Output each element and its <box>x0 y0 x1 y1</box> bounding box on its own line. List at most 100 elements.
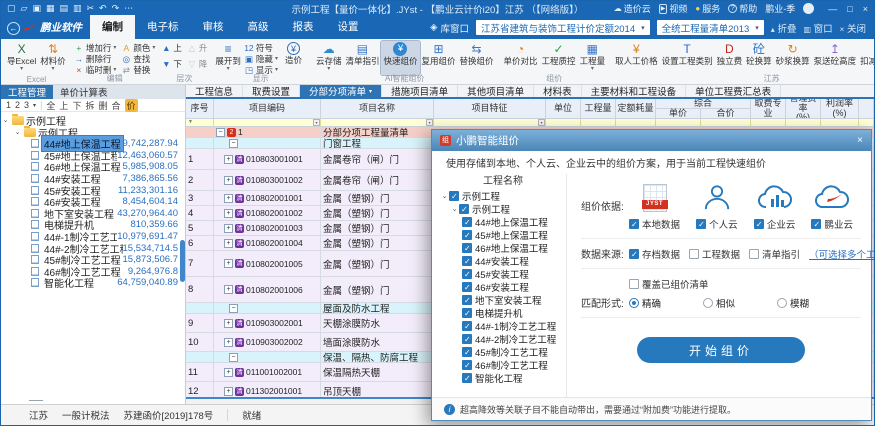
ribbon-tab[interactable]: 编制 <box>90 15 135 39</box>
brand-logo[interactable]: 鹏业软件 <box>24 20 82 35</box>
checkbox[interactable] <box>462 230 472 240</box>
dialog-tree-item[interactable]: 44#-1制冷工艺工程 <box>440 319 566 332</box>
close-project-button[interactable]: × 关闭 <box>840 21 866 35</box>
window-button[interactable]: ▥ 窗口 <box>803 21 832 35</box>
dialog-tree-item[interactable]: 45#安装工程 <box>440 267 566 280</box>
worksheet-tab[interactable]: 分部分项清单▾ <box>300 85 382 97</box>
worksheet-tab[interactable]: 主要材料和工程设备▾ <box>582 85 687 97</box>
checkbox[interactable] <box>462 256 472 266</box>
dialog-tree-item[interactable]: 46#制冷工艺工程 <box>440 358 566 371</box>
ribbon-tab[interactable]: 审核 <box>191 15 236 39</box>
worksheet-tab[interactable]: 措施项目清单▾ <box>382 85 458 97</box>
expand-collapse-icon[interactable] <box>216 128 225 137</box>
library-window-button[interactable]: ◈库窗口 <box>430 21 469 35</box>
ribbon-tab[interactable]: 报表 <box>281 15 326 39</box>
dialog-tree-item[interactable]: 45#地上保温工程 <box>440 228 566 241</box>
ribbon-small-button[interactable]: 12符号▾ <box>244 42 278 53</box>
new-file-icon[interactable]: ▢ <box>7 4 16 13</box>
merge-button[interactable]: 合 <box>111 99 120 112</box>
filter-dropdown-icon[interactable]: ▾ <box>426 119 433 126</box>
expand-icon[interactable]: ⌄ <box>440 192 449 200</box>
minimize-button[interactable]: — <box>828 4 837 14</box>
expand-collapse-icon[interactable] <box>224 387 233 396</box>
dialog-title-bar[interactable]: 组 小鹏智能组价 × <box>432 130 871 151</box>
paste-icon[interactable]: ▥ <box>73 4 82 13</box>
level-3-button[interactable]: 3 <box>24 100 29 110</box>
local-data-checkbox[interactable]: 本地数据 <box>629 217 680 231</box>
checkbox[interactable] <box>462 308 472 318</box>
price-button[interactable]: 价 <box>125 99 138 112</box>
user-name[interactable]: 鹏业-季 <box>765 2 795 15</box>
worksheet-tab[interactable]: 单位工程费汇总表▾ <box>686 85 781 97</box>
cost-cloud-link[interactable]: ☁造价云 <box>614 2 651 15</box>
cut-icon[interactable]: ✂ <box>87 4 95 13</box>
ribbon-button[interactable]: D独立费▾ <box>715 41 745 75</box>
overwrite-checkbox[interactable]: 覆盖已组价清单 <box>629 277 709 291</box>
expand-collapse-icon[interactable] <box>224 338 233 347</box>
expand-icon[interactable]: ⌄ <box>13 128 22 136</box>
expand-collapse-icon[interactable] <box>224 319 233 328</box>
delete-button[interactable]: 删 <box>98 99 107 112</box>
checkbox[interactable] <box>462 295 472 305</box>
ribbon-small-button[interactable]: ▼下▾ <box>161 59 182 70</box>
match-exact-radio[interactable]: 精确 <box>629 296 703 310</box>
ribbon-button[interactable]: T设置工程类别▾ <box>660 41 715 75</box>
checkbox[interactable] <box>462 269 472 279</box>
ribbon-button[interactable]: ↻砂浆换算▾ <box>774 41 812 75</box>
undo-icon[interactable]: ↶ <box>99 4 107 13</box>
archive-data-checkbox[interactable]: 存档数据 <box>629 247 680 261</box>
start-pricing-button[interactable]: 开始组价 <box>637 337 805 363</box>
close-button[interactable]: × <box>863 4 868 14</box>
worksheet-tab[interactable]: 材料表▾ <box>534 85 582 97</box>
all-button[interactable]: 全 <box>46 99 55 112</box>
dialog-tree-item[interactable]: 44#-2制冷工艺工程 <box>440 332 566 345</box>
back-icon[interactable]: ← <box>7 22 20 35</box>
copy-icon[interactable]: ▤ <box>59 4 68 13</box>
ribbon-button[interactable]: ▤清单指引▾ <box>343 41 381 75</box>
dialog-tree-item[interactable]: 地下室安装工程 <box>440 293 566 306</box>
tree-root[interactable]: ⌄ 示例工程 <box>1 114 185 126</box>
dialog-close-icon[interactable]: × <box>857 135 863 146</box>
redo-icon[interactable]: ↷ <box>112 4 120 13</box>
checkbox[interactable] <box>462 334 472 344</box>
ribbon-button[interactable]: ¥快速组价▾ <box>381 41 419 75</box>
list-guide-checkbox[interactable]: 清单指引 <box>749 247 800 261</box>
collapse-ribbon-button[interactable]: ▴ 折叠 <box>771 21 797 35</box>
help-link[interactable]: ?帮助 <box>728 2 757 15</box>
dialog-tree-item[interactable]: 46#地上保温工程 <box>440 241 566 254</box>
ribbon-small-button[interactable]: ▽降▾ <box>187 59 208 70</box>
open-file-icon[interactable]: ▱ <box>21 4 28 13</box>
checkbox[interactable] <box>462 360 472 370</box>
expand-collapse-icon[interactable] <box>224 259 233 268</box>
down-button[interactable]: 下 <box>72 99 81 112</box>
checkbox[interactable] <box>449 191 459 201</box>
dialog-tree-root[interactable]: ⌄ 示例工程 <box>440 189 566 202</box>
ribbon-tab[interactable]: 高级 <box>236 15 281 39</box>
ribbon-button[interactable]: ▦工程量▾ <box>578 41 608 75</box>
expand-collapse-icon[interactable] <box>224 155 233 164</box>
ribbon-small-button[interactable]: △升▾ <box>187 42 208 53</box>
maximize-button[interactable]: □ <box>847 4 852 14</box>
expand-collapse-icon[interactable] <box>224 194 233 203</box>
checkbox[interactable] <box>462 373 472 383</box>
dialog-tree-item[interactable]: 44#安装工程 <box>440 254 566 267</box>
ribbon-button[interactable]: ↥泵送砼高度▾ <box>812 41 859 75</box>
up-button[interactable]: 上 <box>59 99 68 112</box>
filter-row[interactable]: ▼ ▾ ▾ ▾ <box>186 119 874 127</box>
level-1-button[interactable]: 1 <box>6 100 11 110</box>
filter-dropdown-icon[interactable]: ▾ <box>313 119 320 126</box>
expand-collapse-icon[interactable] <box>224 368 233 377</box>
checkbox[interactable] <box>462 243 472 253</box>
project-tree-item[interactable]: 智能化工程 64,759,040.89 <box>1 277 185 289</box>
dialog-tree-item[interactable]: 46#安装工程 <box>440 280 566 293</box>
level-dropdown-icon[interactable]: ▾ <box>33 102 36 109</box>
ribbon-button[interactable]: ◔单价对比▾ <box>502 41 540 75</box>
list-standard-select[interactable]: 全统工程量清单2013▾ <box>657 20 764 35</box>
service-link[interactable]: ●服务 <box>695 2 720 15</box>
expand-collapse-icon[interactable] <box>224 209 233 218</box>
expand-collapse-icon[interactable] <box>229 139 238 148</box>
checkbox[interactable] <box>462 282 472 292</box>
ribbon-button[interactable]: ⊞复用组价▾ <box>420 41 458 75</box>
dialog-tree-item[interactable]: 45#制冷工艺工程 <box>440 345 566 358</box>
checkbox[interactable] <box>462 217 472 227</box>
